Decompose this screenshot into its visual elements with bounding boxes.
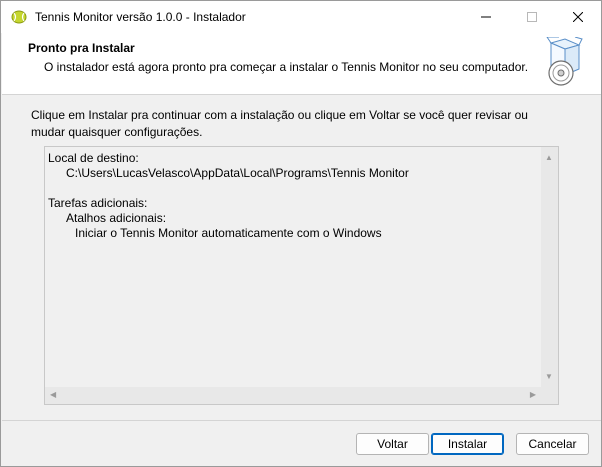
memo-tasks-group: Atalhos adicionais: [66, 211, 167, 225]
memo-destination-label: Local de destino: [48, 151, 139, 165]
scroll-up-icon[interactable]: ▲ [545, 153, 553, 162]
maximize-button[interactable] [509, 1, 555, 33]
ready-memo[interactable]: Local de destino: C:\Users\LucasVelasco\A… [44, 146, 559, 405]
memo-tasks-label: Tarefas adicionais: [48, 196, 148, 210]
horizontal-scrollbar[interactable]: ◀ ▶ [45, 387, 558, 404]
back-button[interactable]: Voltar [356, 433, 429, 455]
window-title: Tennis Monitor versão 1.0.0 - Instalador [35, 10, 246, 24]
scroll-left-icon[interactable]: ◀ [50, 390, 56, 399]
footer-divider [2, 420, 601, 421]
vertical-scrollbar[interactable]: ▲ ▼ [541, 147, 558, 387]
memo-content: Local de destino: C:\Users\LucasVelasco\A… [48, 151, 409, 241]
maximize-icon [527, 12, 537, 22]
scroll-down-icon[interactable]: ▼ [545, 372, 553, 381]
installer-box-disc-icon [546, 37, 583, 86]
header-divider [2, 94, 601, 95]
install-button[interactable]: Instalar [431, 433, 504, 455]
page-title: Pronto pra Instalar [28, 41, 135, 55]
installer-window: Tennis Monitor versão 1.0.0 - Instalador… [0, 0, 602, 467]
instructions-text: Clique em Instalar pra continuar com a i… [31, 108, 528, 139]
memo-destination-path: C:\Users\LucasVelasco\AppData\Local\Prog… [66, 166, 409, 180]
memo-blank-line [48, 181, 409, 196]
minimize-button[interactable] [463, 1, 509, 33]
tennis-ball-icon [11, 10, 27, 24]
cancel-button[interactable]: Cancelar [516, 433, 589, 455]
wizard-header: Pronto pra Instalar O instalador está ag… [2, 33, 601, 94]
title-bar[interactable]: Tennis Monitor versão 1.0.0 - Instalador [1, 1, 601, 33]
page-subtitle: O instalador está agora pronto pra começ… [44, 60, 529, 74]
minimize-icon [481, 16, 491, 18]
close-button[interactable] [555, 1, 601, 33]
close-icon [573, 12, 583, 22]
memo-tasks-item: Iniciar o Tennis Monitor automaticamente… [75, 226, 382, 240]
scroll-right-icon[interactable]: ▶ [530, 390, 536, 399]
